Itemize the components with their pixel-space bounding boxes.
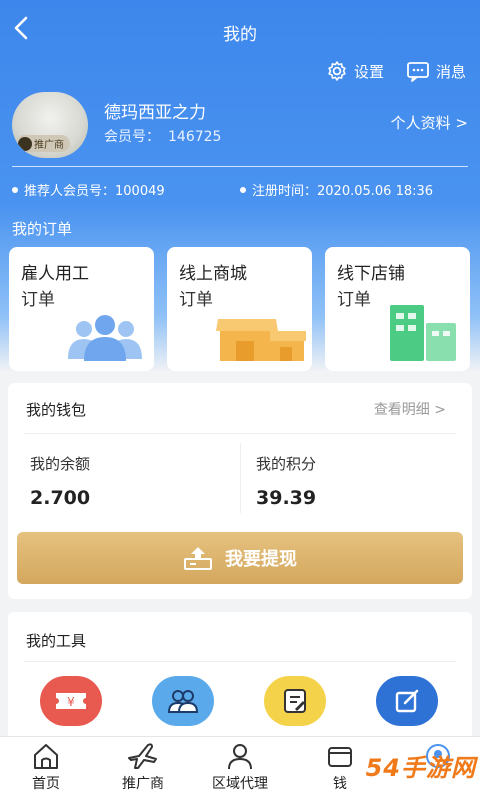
tab-home[interactable]: 首页 <box>6 741 86 793</box>
bullet-icon <box>240 186 246 193</box>
points-value[interactable]: 39.39 <box>256 487 316 509</box>
tools-title: 我的工具 <box>26 632 87 650</box>
notepad-tool-button[interactable] <box>264 676 326 726</box>
register-time-text: 注册时间：2020.05.06 18:36 <box>252 184 434 199</box>
member-number-value: 146725 <box>168 129 222 145</box>
member-number: 会员号： 146725 <box>104 126 221 146</box>
member-number-label: 会员号： <box>104 129 160 145</box>
role-badge: 推广商 <box>16 135 70 152</box>
plane-icon <box>128 743 157 769</box>
team-tool-button[interactable] <box>152 676 214 726</box>
order-card-sub: 订单 <box>337 290 371 310</box>
divider <box>24 433 456 434</box>
ticket-icon: ¥ <box>56 693 86 709</box>
wallet-title: 我的钱包 <box>26 401 87 419</box>
order-card-hire[interactable]: 雇人用工 订单 <box>9 247 154 371</box>
order-card-online-mall[interactable]: 线上商城 订单 <box>167 247 312 371</box>
messages-label: 消息 <box>435 62 466 81</box>
badge-medal-icon <box>18 136 32 151</box>
order-card-sub: 订单 <box>21 290 55 310</box>
navbar: 我的 <box>0 0 480 62</box>
building-icon <box>390 305 456 361</box>
tab-region-agent[interactable]: 区域代理 <box>200 741 280 793</box>
divider <box>240 443 241 513</box>
withdraw-icon <box>184 547 212 570</box>
avatar[interactable]: 推广商 <box>12 92 88 158</box>
gear-icon <box>328 61 346 81</box>
site-watermark: 54手游网 <box>365 754 476 782</box>
home-icon <box>34 744 58 769</box>
ticket-tool-button[interactable]: ¥ <box>40 676 102 726</box>
person-icon <box>228 744 252 770</box>
team-icon <box>167 690 199 713</box>
edit-tool-button[interactable] <box>376 676 438 726</box>
register-info: 注册时间：2020.05.06 18:36 <box>240 180 433 199</box>
withdraw-button[interactable]: 我要提现 <box>17 532 463 584</box>
bullet-icon <box>12 186 18 193</box>
chat-icon <box>407 62 429 82</box>
tab-label: 钱 <box>333 776 347 792</box>
profile-section: 推广商 德玛西亚之力 会员号： 146725 个人资料 > <box>12 92 468 162</box>
tab-label: 推广商 <box>122 776 164 792</box>
divider <box>24 661 456 662</box>
order-card-sub: 订单 <box>179 290 213 310</box>
tab-label: 首页 <box>32 776 60 792</box>
wallet-detail-link[interactable]: 查看明细 > <box>374 399 446 419</box>
referrer-info: 推荐人会员号：100049 <box>12 180 165 199</box>
tab-label: 区域代理 <box>212 776 268 792</box>
points-label: 我的积分 <box>256 455 317 473</box>
user-name: 德玛西亚之力 <box>104 103 206 123</box>
shop-icon <box>216 319 306 361</box>
personal-info-link[interactable]: 个人资料 > <box>391 112 468 133</box>
notepad-icon <box>284 689 306 713</box>
role-badge-label: 推广商 <box>34 140 64 151</box>
withdraw-label: 我要提现 <box>225 549 297 570</box>
order-card-title: 线上商城 <box>179 264 247 284</box>
balance-label: 我的余额 <box>30 455 91 473</box>
order-card-title: 线下店铺 <box>337 264 405 284</box>
referrer-text: 推荐人会员号：100049 <box>24 184 165 199</box>
orders-section-title: 我的订单 <box>12 220 73 238</box>
order-card-title: 雇人用工 <box>21 264 89 284</box>
messages-button[interactable]: 消息 <box>406 60 466 82</box>
settings-label: 设置 <box>353 62 384 81</box>
tab-promoter[interactable]: 推广商 <box>103 741 183 793</box>
settings-button[interactable]: 设置 <box>326 60 384 82</box>
tools-card: 我的工具 ¥ <box>8 612 472 752</box>
wallet-card: 我的钱包 查看明细 > 我的余额 2.700 我的积分 39.39 我要提现 <box>8 383 472 599</box>
balance-value[interactable]: 2.700 <box>30 487 90 509</box>
order-card-offline-store[interactable]: 线下店铺 订单 <box>325 247 470 371</box>
top-actions: 设置 消息 <box>326 60 466 82</box>
profile-divider <box>12 166 468 167</box>
wallet-icon <box>328 747 352 767</box>
svg-text:¥: ¥ <box>67 695 75 709</box>
people-group-icon <box>68 315 142 361</box>
edit-icon <box>395 689 419 713</box>
page-title: 我的 <box>223 25 257 45</box>
